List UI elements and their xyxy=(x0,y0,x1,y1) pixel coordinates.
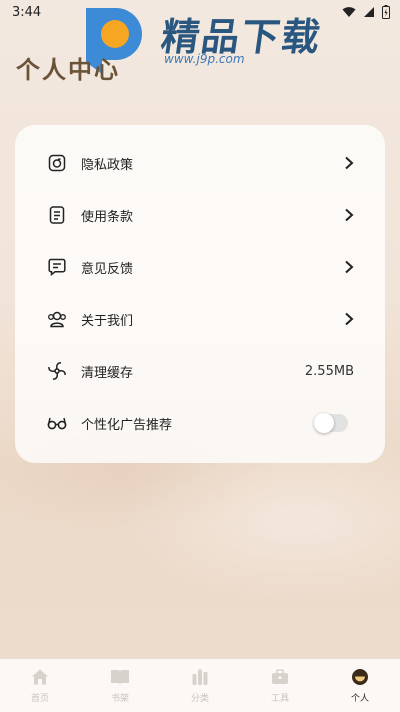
settings-item-ad-personalization: 个性化广告推荐 xyxy=(15,403,385,443)
settings-item-label: 关于我们 xyxy=(81,313,134,329)
tab-bookshelf[interactable]: 书架 xyxy=(80,659,160,712)
home-icon xyxy=(29,666,51,688)
tab-label: 工具 xyxy=(270,694,289,704)
page-title: 个人中心 xyxy=(16,55,120,84)
settings-item-privacy[interactable]: 隐私政策 xyxy=(15,143,385,183)
tab-tools[interactable]: 工具 xyxy=(240,659,320,712)
book-icon xyxy=(109,666,131,688)
feedback-icon xyxy=(47,257,67,277)
chevron-right-icon xyxy=(345,156,354,170)
chevron-right-icon xyxy=(345,260,354,274)
settings-item-label: 个性化广告推荐 xyxy=(81,417,173,433)
privacy-icon xyxy=(47,153,67,173)
people-icon xyxy=(47,309,67,329)
tab-home[interactable]: 首页 xyxy=(0,659,80,712)
status-time: 3:44 xyxy=(12,4,42,20)
cache-size-value: 2.55MB xyxy=(304,363,354,379)
glasses-icon xyxy=(47,413,67,433)
status-icons xyxy=(342,5,390,19)
tab-label: 分类 xyxy=(190,694,209,704)
toolbox-icon xyxy=(269,666,291,688)
settings-item-about[interactable]: 关于我们 xyxy=(15,299,385,339)
profile-icon xyxy=(349,666,371,688)
document-icon xyxy=(47,205,67,225)
settings-item-label: 隐私政策 xyxy=(81,157,134,173)
settings-item-feedback[interactable]: 意见反馈 xyxy=(15,247,385,287)
signal-icon xyxy=(364,7,374,17)
tab-category[interactable]: 分类 xyxy=(160,659,240,712)
watermark-url: www.j9p.com xyxy=(164,52,245,66)
wifi-icon xyxy=(342,7,356,17)
settings-item-terms[interactable]: 使用条款 xyxy=(15,195,385,235)
settings-item-label: 意见反馈 xyxy=(81,261,134,277)
settings-item-clear-cache[interactable]: 清理缓存 2.55MB xyxy=(15,351,385,391)
tab-profile[interactable]: 个人 xyxy=(320,659,400,712)
chevron-right-icon xyxy=(345,208,354,222)
tab-label: 书架 xyxy=(110,694,129,704)
settings-item-label: 清理缓存 xyxy=(81,365,134,381)
chevron-right-icon xyxy=(345,312,354,326)
toggle-knob xyxy=(314,413,334,433)
bottom-tab-bar: 首页 书架 分类 工具 个人 xyxy=(0,658,400,712)
fan-icon xyxy=(47,361,67,381)
battery-icon xyxy=(382,5,390,19)
chart-icon xyxy=(189,666,211,688)
tab-label: 首页 xyxy=(30,694,49,704)
tab-label: 个人 xyxy=(350,694,369,704)
settings-item-label: 使用条款 xyxy=(81,209,134,225)
settings-card: 隐私政策 使用条款 意见反馈 关于我们 清理缓存 2.55MB 个性化广告推荐 xyxy=(15,125,385,463)
ad-personalization-toggle[interactable] xyxy=(314,413,348,433)
